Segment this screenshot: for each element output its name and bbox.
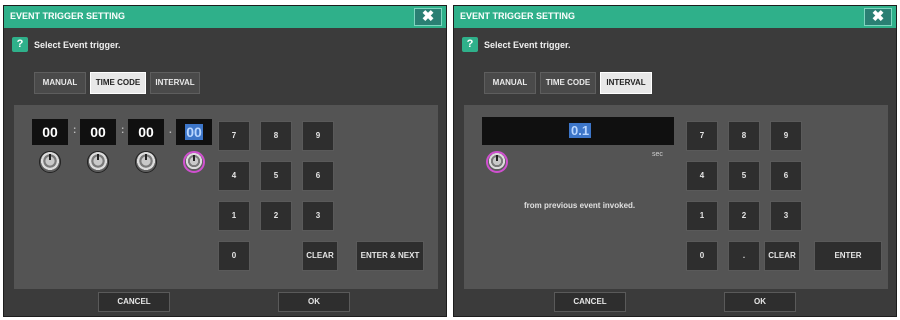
dialog-title: EVENT TRIGGER SETTING [10, 11, 126, 21]
cancel-button[interactable]: CANCEL [554, 292, 626, 312]
key-1[interactable]: 1 [686, 201, 718, 231]
instruction-text: Select Event trigger. [484, 40, 571, 50]
key-7[interactable]: 7 [218, 121, 250, 151]
clear-button[interactable]: CLEAR [764, 241, 800, 271]
tab-interval[interactable]: INTERVAL [600, 72, 652, 94]
seconds-field[interactable]: 00 [128, 119, 164, 145]
minutes-field[interactable]: 00 [80, 119, 116, 145]
hours-field[interactable]: 00 [32, 119, 68, 145]
event-trigger-dialog-interval: EVENT TRIGGER SETTING ✖ ? Select Event t… [453, 5, 897, 317]
ok-button[interactable]: OK [278, 292, 350, 312]
close-button[interactable]: ✖ [414, 8, 442, 26]
tab-time-code[interactable]: TIME CODE [540, 72, 596, 94]
event-trigger-dialog-timecode: EVENT TRIGGER SETTING ✖ ? Select Event t… [3, 5, 447, 317]
ok-button[interactable]: OK [724, 292, 796, 312]
enter-button[interactable]: ENTER [814, 241, 882, 271]
key-6[interactable]: 6 [770, 161, 802, 191]
key-0[interactable]: 0 [218, 241, 250, 271]
enter-next-button[interactable]: ENTER & NEXT [356, 241, 424, 271]
key-9[interactable]: 9 [770, 121, 802, 151]
title-bar: EVENT TRIGGER SETTING ✖ [4, 6, 446, 28]
close-button[interactable]: ✖ [864, 8, 892, 26]
frames-field[interactable]: 00 [176, 119, 212, 145]
key-9[interactable]: 9 [302, 121, 334, 151]
key-5[interactable]: 5 [260, 161, 292, 191]
key-decimal[interactable]: . [728, 241, 760, 271]
minutes-knob-icon[interactable] [87, 151, 109, 173]
separator: : [73, 125, 77, 136]
cancel-button[interactable]: CANCEL [98, 292, 170, 312]
tab-manual[interactable]: MANUAL [34, 72, 86, 94]
help-icon: ? [12, 37, 28, 52]
tab-manual[interactable]: MANUAL [484, 72, 536, 94]
key-5[interactable]: 5 [728, 161, 760, 191]
key-2[interactable]: 2 [260, 201, 292, 231]
help-icon: ? [462, 37, 478, 52]
key-4[interactable]: 4 [686, 161, 718, 191]
key-7[interactable]: 7 [686, 121, 718, 151]
seconds-knob-icon[interactable] [135, 151, 157, 173]
frames-knob-icon[interactable] [183, 151, 205, 173]
key-8[interactable]: 8 [728, 121, 760, 151]
interval-field[interactable]: 0.1 [482, 117, 674, 145]
frames-value: 00 [185, 124, 203, 140]
key-2[interactable]: 2 [728, 201, 760, 231]
separator: : [121, 125, 125, 136]
title-bar: EVENT TRIGGER SETTING ✖ [454, 6, 896, 28]
timecode-panel: 00 : 00 : 00 . 00 7 8 9 4 5 6 1 2 3 0 CL… [14, 105, 438, 289]
clear-button[interactable]: CLEAR [302, 241, 338, 271]
unit-label: sec [652, 151, 663, 158]
key-0[interactable]: 0 [686, 241, 718, 271]
interval-panel: 0.1 sec from previous event invoked. 7 8… [464, 105, 888, 289]
tab-time-code[interactable]: TIME CODE [90, 72, 146, 94]
dialog-title: EVENT TRIGGER SETTING [460, 11, 576, 21]
key-4[interactable]: 4 [218, 161, 250, 191]
tab-interval[interactable]: INTERVAL [150, 72, 200, 94]
hours-knob-icon[interactable] [39, 151, 61, 173]
key-8[interactable]: 8 [260, 121, 292, 151]
interval-knob-icon[interactable] [486, 151, 508, 173]
separator: . [169, 125, 172, 136]
interval-value: 0.1 [569, 123, 592, 138]
key-3[interactable]: 3 [770, 201, 802, 231]
key-3[interactable]: 3 [302, 201, 334, 231]
key-6[interactable]: 6 [302, 161, 334, 191]
interval-note: from previous event invoked. [524, 201, 636, 210]
instruction-text: Select Event trigger. [34, 40, 121, 50]
key-1[interactable]: 1 [218, 201, 250, 231]
